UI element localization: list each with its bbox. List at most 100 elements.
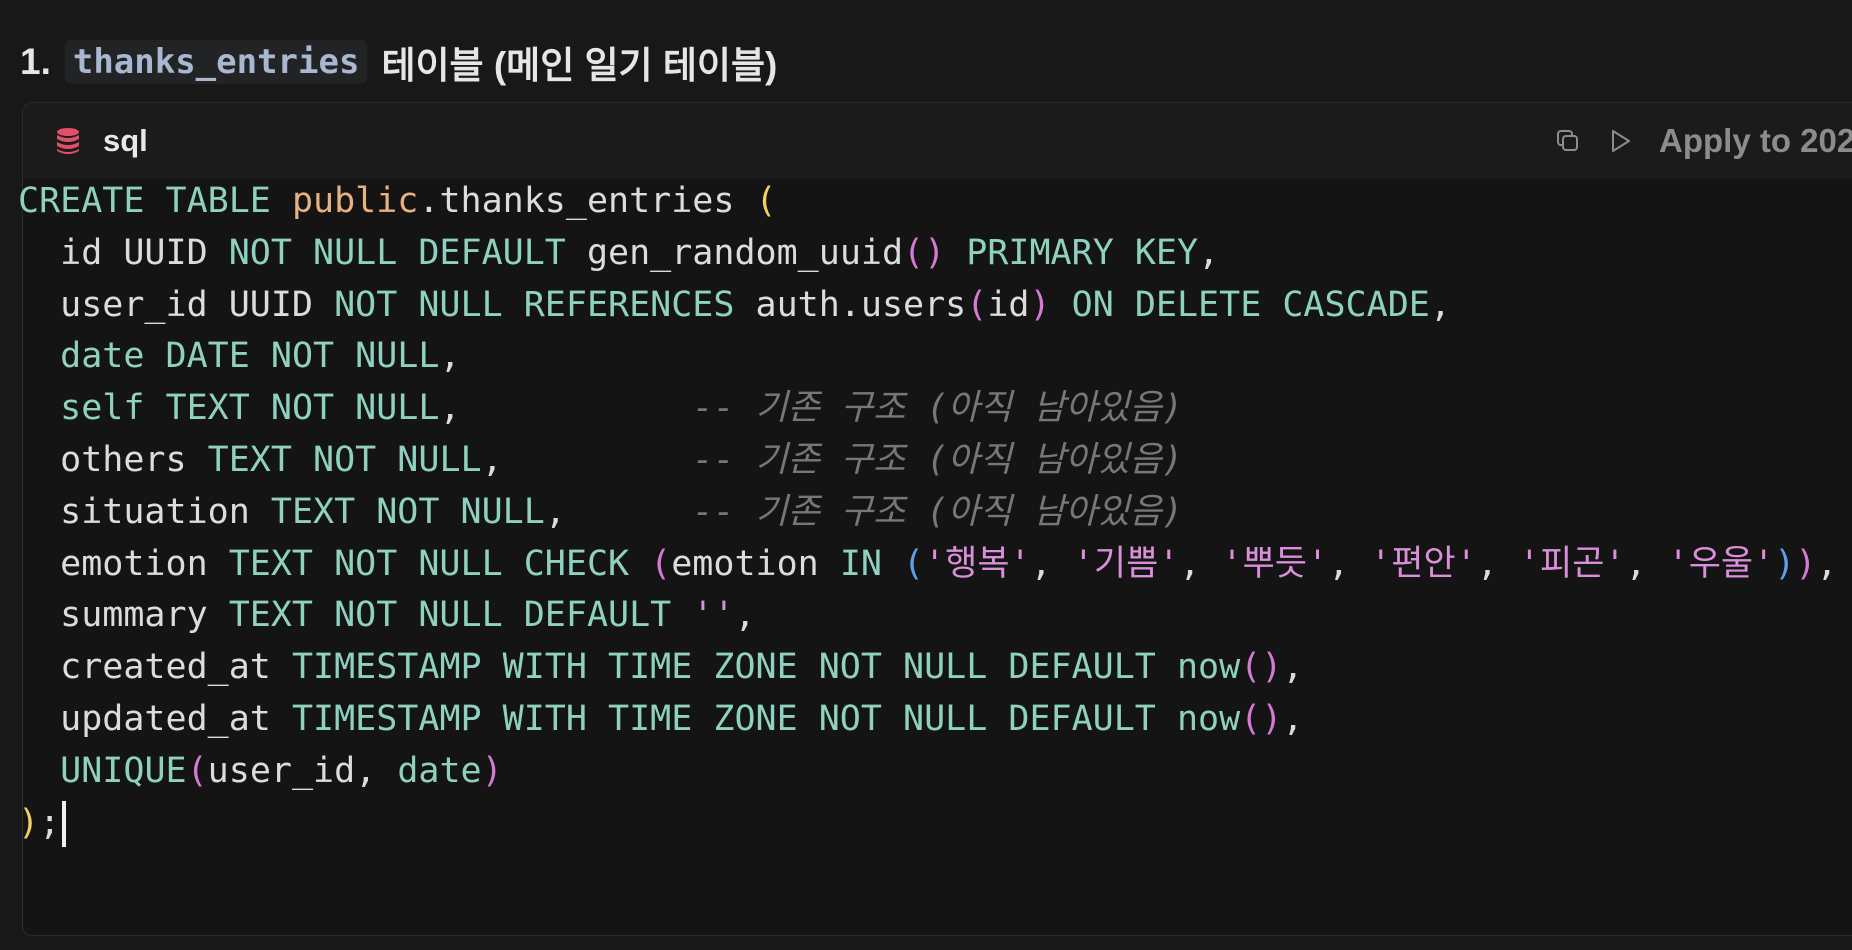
code-token: , <box>439 336 461 377</box>
code-token: self TEXT NOT NULL <box>60 388 440 429</box>
code-token: IN <box>839 543 904 584</box>
code-line: self TEXT NOT NULL, -- 기존 구조 (아직 남아있음) <box>18 383 1837 435</box>
text-cursor <box>62 800 67 847</box>
code-token: ( <box>966 284 988 325</box>
code-line: updated_at TIMESTAMP WITH TIME ZONE NOT … <box>18 694 1837 746</box>
code-line: others TEXT NOT NULL, -- 기존 구조 (아직 남아있음) <box>18 435 1837 487</box>
code-line: user_id UUID NOT NULL REFERENCES auth.us… <box>18 280 1837 332</box>
code-token: situation <box>18 491 271 532</box>
code-token: , <box>1198 232 1220 273</box>
code-token: ( <box>755 181 777 221</box>
code-line: situation TEXT NOT NULL, -- 기존 구조 (아직 남아… <box>18 487 1837 539</box>
code-token: -- 기존 구조 (아직 남아있음) <box>692 491 1183 532</box>
code-token: TEXT NOT NULL DEFAULT <box>228 595 693 636</box>
code-token: ON DELETE CASCADE <box>1071 284 1430 325</box>
code-token: , <box>1476 543 1519 584</box>
code-line: CREATE TABLE public.thanks_entries ( <box>18 176 1837 228</box>
code-token: '뿌듯' <box>1221 543 1329 584</box>
code-token: date <box>397 750 482 791</box>
code-token: ; <box>39 802 61 843</box>
code-token: created_at <box>18 647 292 688</box>
code-token: TEXT NOT NULL <box>207 439 482 480</box>
code-token: ( <box>650 543 672 584</box>
database-icon <box>53 126 83 156</box>
code-line: summary TEXT NOT NULL DEFAULT '', <box>18 590 1837 642</box>
play-icon[interactable] <box>1605 126 1635 156</box>
code-token: ) <box>1029 284 1051 325</box>
code-token: ( <box>903 543 925 584</box>
code-token: -- 기존 구조 (아직 남아있음) <box>692 439 1183 480</box>
code-token: public <box>291 181 419 221</box>
code-language: sql <box>53 123 148 159</box>
code-token: , <box>1282 647 1304 688</box>
code-token: , <box>1030 543 1073 584</box>
code-token: , <box>1179 543 1222 584</box>
code-token: ) <box>1795 543 1817 584</box>
code-token: PRIMARY KEY <box>966 232 1199 273</box>
code-token: .thanks_entries <box>418 181 756 221</box>
code-content[interactable]: CREATE TABLE public.thanks_entries ( id … <box>18 176 1837 849</box>
code-token: , <box>1328 543 1371 584</box>
code-token: id <box>987 284 1030 325</box>
code-line: id UUID NOT NULL DEFAULT gen_random_uuid… <box>18 228 1837 280</box>
code-token: , <box>544 491 693 532</box>
code-token: NOT NULL DEFAULT <box>228 232 587 273</box>
code-token: , <box>1282 698 1304 739</box>
code-token: emotion <box>671 543 840 584</box>
code-token: ) <box>481 750 503 791</box>
code-line: emotion TEXT NOT NULL CHECK (emotion IN … <box>18 539 1837 591</box>
code-token: () <box>1240 647 1283 688</box>
copy-icon[interactable] <box>1553 126 1583 156</box>
apply-button[interactable]: Apply to 202 <box>1659 122 1852 160</box>
code-token: '피곤' <box>1518 543 1626 584</box>
code-token: , <box>1625 543 1668 584</box>
code-token: '' <box>692 595 735 636</box>
code-token: ( <box>186 750 208 791</box>
code-line: date DATE NOT NULL, <box>18 331 1837 383</box>
code-token: CREATE TABLE <box>18 181 292 221</box>
code-token: , <box>481 439 693 480</box>
code-token: -- 기존 구조 (아직 남아있음) <box>692 388 1183 429</box>
code-token: () <box>903 232 946 273</box>
code-token: emotion <box>18 543 229 584</box>
heading-table-name: thanks_entries <box>64 40 368 84</box>
code-token: updated_at <box>18 698 292 739</box>
code-block-header: sql Apply to 202 <box>23 103 1852 179</box>
code-line: UNIQUE(user_id, date) <box>18 746 1837 798</box>
code-token: , <box>734 595 756 636</box>
code-token: '우울' <box>1667 543 1775 584</box>
code-line: ); <box>18 798 1837 850</box>
code-token: , <box>439 388 693 429</box>
code-token: gen_random_uuid <box>586 232 904 273</box>
code-token: TEXT NOT NULL CHECK <box>228 543 651 584</box>
code-token: id UUID <box>18 232 229 273</box>
code-token: TIMESTAMP WITH TIME ZONE NOT NULL DEFAUL… <box>291 698 1241 739</box>
heading-suffix: 테이블 (메인 일기 테이블) <box>381 45 778 86</box>
code-token: , <box>1429 284 1451 325</box>
code-token: () <box>1240 698 1283 739</box>
code-language-label: sql <box>103 123 148 158</box>
code-token: summary <box>18 595 229 636</box>
code-token: user_id, <box>207 750 398 791</box>
code-token: auth.users <box>755 284 967 325</box>
code-token: ) <box>1774 543 1796 584</box>
code-token: others <box>18 439 208 480</box>
code-token: ) <box>18 802 40 843</box>
code-token: TEXT NOT NULL <box>270 491 545 532</box>
heading-number: 1. <box>20 41 51 82</box>
code-token: TIMESTAMP WITH TIME ZONE NOT NULL DEFAUL… <box>291 647 1241 688</box>
code-token: date DATE NOT NULL <box>60 336 440 377</box>
code-actions: Apply to 202 <box>1553 103 1852 179</box>
code-line: created_at TIMESTAMP WITH TIME ZONE NOT … <box>18 642 1837 694</box>
code-token: NOT NULL REFERENCES <box>334 284 756 325</box>
code-token: '기쁨' <box>1072 543 1180 584</box>
code-token: '편안' <box>1370 543 1477 584</box>
code-token: user_id UUID <box>18 284 335 325</box>
page: 1. thanks_entries 테이블 (메인 일기 테이블) sql Ap… <box>0 0 1852 950</box>
code-token: '행복' <box>924 543 1031 584</box>
section-heading: 1. thanks_entries 테이블 (메인 일기 테이블) <box>20 34 777 90</box>
